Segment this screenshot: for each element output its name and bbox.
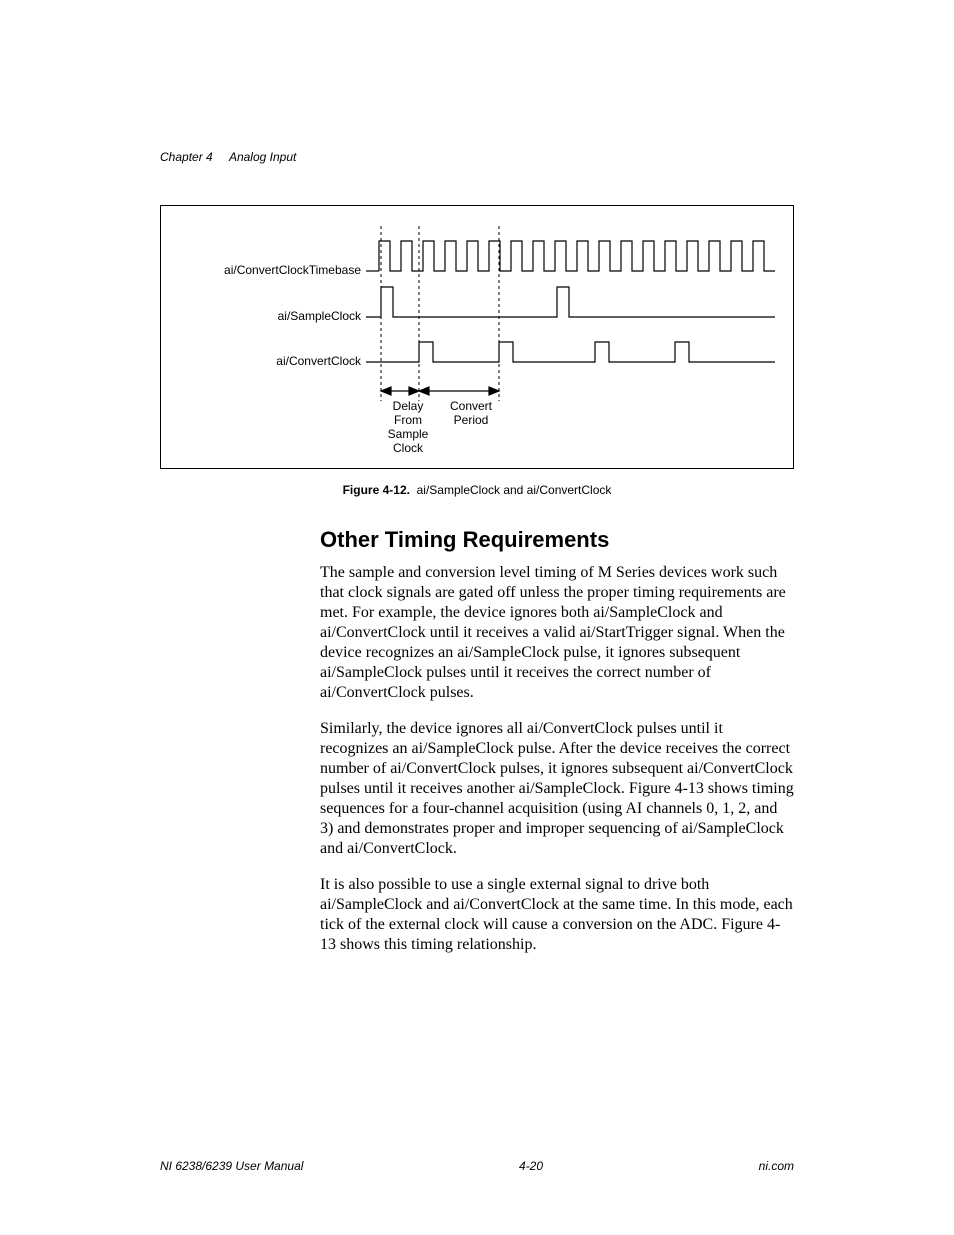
annotation-delay: Delay From Sample Clock: [381, 399, 435, 455]
footer-left: NI 6238/6239 User Manual: [160, 1159, 303, 1173]
footer-center: 4-20: [519, 1159, 543, 1173]
section-heading: Other Timing Requirements: [320, 527, 794, 553]
running-header: Chapter 4 Analog Input: [160, 150, 296, 164]
figure-number: Figure 4-12.: [343, 483, 410, 497]
timing-diagram-svg: [161, 206, 793, 468]
chapter-label: Chapter 4: [160, 150, 213, 164]
figure-timing-diagram: ai/ConvertClockTimebase ai/SampleClock a…: [160, 205, 794, 469]
footer-right: ni.com: [759, 1159, 794, 1173]
signal-label-timebase: ai/ConvertClockTimebase: [171, 263, 361, 277]
page-footer: NI 6238/6239 User Manual 4-20 ni.com: [160, 1159, 794, 1173]
chapter-title: Analog Input: [229, 150, 296, 164]
figure-caption: Figure 4-12. ai/SampleClock and ai/Conve…: [160, 483, 794, 497]
body-paragraph-3: It is also possible to use a single exte…: [320, 875, 794, 955]
body-paragraph-1: The sample and conversion level timing o…: [320, 563, 794, 703]
body-paragraph-2: Similarly, the device ignores all ai/Con…: [320, 719, 794, 859]
annotation-period: Convert Period: [441, 399, 501, 427]
signal-label-sampleclock: ai/SampleClock: [171, 309, 361, 323]
figure-caption-text: ai/SampleClock and ai/ConvertClock: [417, 483, 612, 497]
signal-label-convertclock: ai/ConvertClock: [171, 354, 361, 368]
